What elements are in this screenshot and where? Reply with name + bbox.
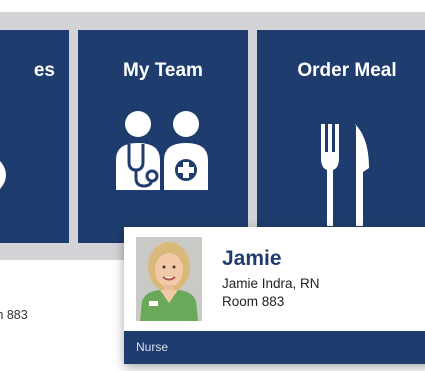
staff-full-name: Jamie Indra, RN xyxy=(222,276,320,291)
tile-my-team[interactable]: My Team xyxy=(78,30,248,243)
staff-room: Room 883 xyxy=(222,294,285,309)
partial-icon xyxy=(0,161,6,189)
tile-my-team-label: My Team xyxy=(123,60,203,81)
tile-order-meal-label: Order Meal xyxy=(297,60,397,81)
tile-partial[interactable]: es xyxy=(0,30,69,243)
staff-card[interactable]: Jamie Jamie Indra, RN Room 883 Nurse xyxy=(124,227,425,364)
top-margin xyxy=(0,0,425,12)
staff-role: Nurse xyxy=(136,340,169,354)
staff-role-bar: Nurse xyxy=(124,331,425,364)
background-room-label: om 883 xyxy=(0,308,28,322)
fork-knife-icon xyxy=(321,124,369,226)
screen: es My Team Order Meal 883 Jamie Jamie In… xyxy=(0,0,425,371)
tile-partial-label: es xyxy=(33,60,55,81)
staff-nickname: Jamie xyxy=(222,247,282,270)
background-room-text: om 883 xyxy=(0,308,130,322)
tile-order-meal[interactable]: Order Meal xyxy=(257,30,425,243)
medical-team-icon xyxy=(116,111,208,190)
staff-photo xyxy=(136,237,202,321)
